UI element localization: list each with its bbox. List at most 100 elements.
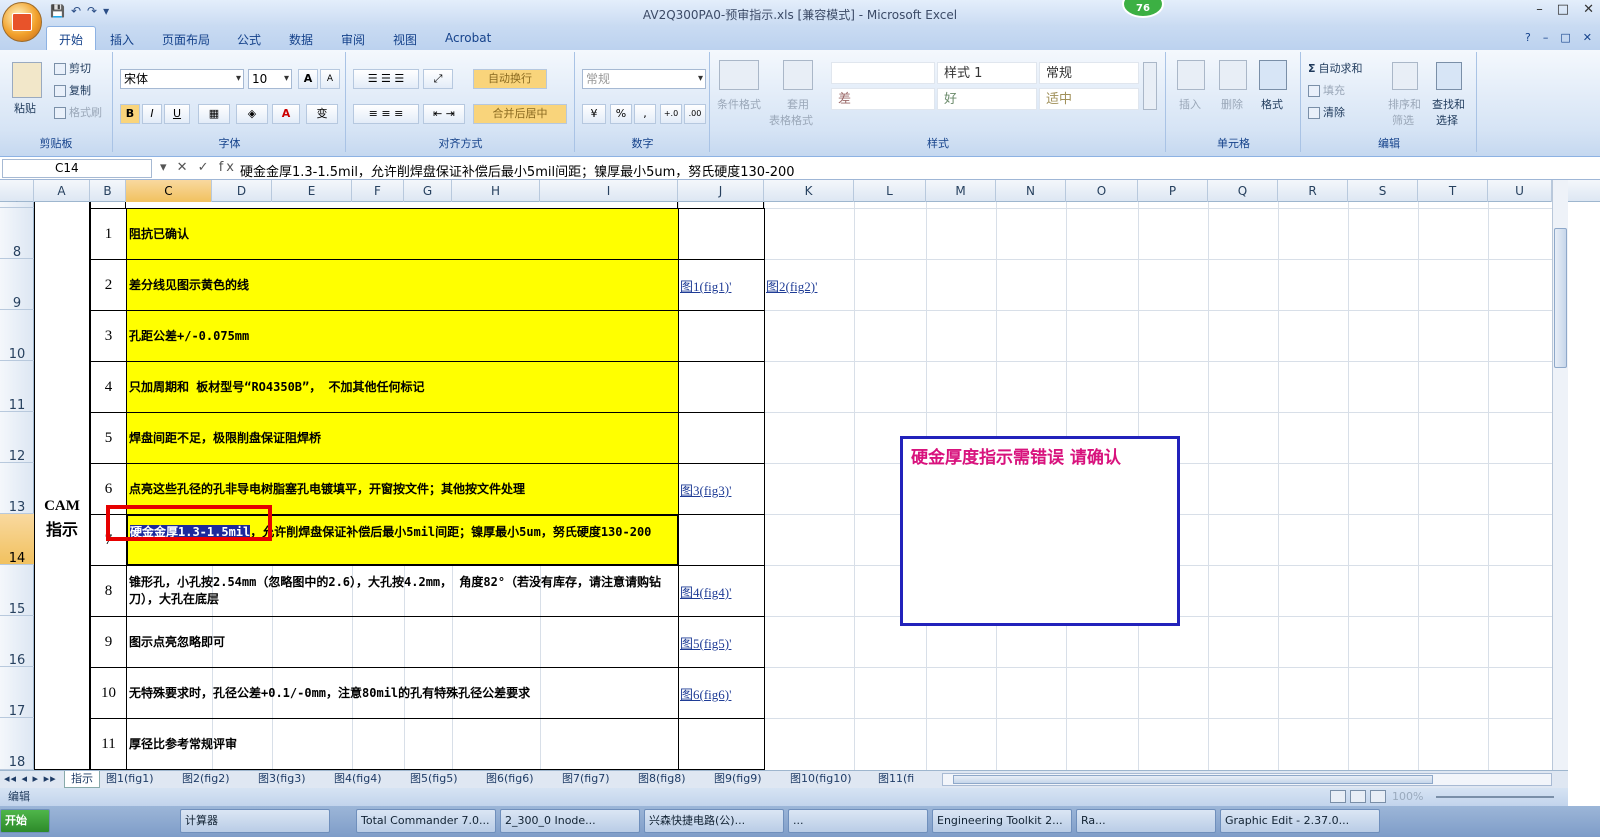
column-header[interactable]: O (1066, 180, 1138, 202)
find-select-button-line2[interactable]: 选择 (1436, 112, 1458, 128)
conditional-format-button[interactable]: 条件格式 (717, 96, 761, 112)
clear-button[interactable]: 清除 (1308, 104, 1345, 120)
item-text[interactable]: 厚径比参考常规评审 (126, 718, 679, 770)
indent-buttons[interactable]: ⇤ ⇥ (423, 104, 465, 124)
item-number[interactable]: 8 (90, 565, 127, 617)
item-text[interactable]: 阻抗已确认 (126, 208, 679, 260)
autosum-button[interactable]: Σ 自动求和 (1308, 60, 1363, 76)
help-icon[interactable]: ? (1525, 31, 1531, 44)
fill-button[interactable]: 填充 (1308, 82, 1345, 98)
taskbar-item[interactable]: Total Commander 7.0... (356, 809, 496, 833)
style-cell-bad[interactable]: 差 (831, 88, 935, 110)
underline-button[interactable]: U (164, 104, 190, 124)
comment-textbox[interactable]: 硬金厚度指示需错误 请确认 (900, 436, 1180, 626)
taskbar-item[interactable]: ... (788, 809, 928, 833)
delete-cells-icon[interactable] (1219, 60, 1247, 90)
sheet-tab[interactable]: 图6(fig6) (486, 771, 558, 788)
increase-decimal-button[interactable]: +.0 (660, 104, 682, 124)
column-header[interactable]: Q (1208, 180, 1278, 202)
figure-link[interactable]: 图6(fig6)' (680, 684, 731, 703)
horizontal-scroll-thumb[interactable] (953, 775, 1433, 784)
currency-button[interactable]: ¥ (582, 104, 606, 124)
cut-button[interactable]: 剪切 (54, 60, 91, 76)
column-header[interactable]: H (452, 180, 540, 202)
start-button[interactable]: 开始 (0, 809, 50, 833)
font-size-select[interactable]: 10 (248, 69, 292, 89)
sheet-nav-buttons[interactable]: ◂◂ ◂ ▸ ▸▸ (4, 771, 62, 788)
taskbar-item[interactable]: 兴森快捷电路(公)... (644, 809, 784, 833)
sheet-tab[interactable]: 图8(fig8) (638, 771, 710, 788)
maximize-button[interactable]: □ (1557, 2, 1569, 17)
font-name-select[interactable]: 宋体 (120, 69, 244, 89)
item-number[interactable]: 10 (90, 667, 127, 719)
item-text[interactable]: 只加周期和 板材型号“RO4350B”， 不加其他任何标记 (126, 361, 679, 413)
item-number[interactable]: 11 (90, 718, 127, 770)
sheet-tab-active[interactable]: 指示 (64, 771, 100, 788)
office-button[interactable] (2, 2, 42, 42)
figure-link[interactable]: 图5(fig5)' (680, 633, 731, 652)
vertical-align-buttons[interactable]: ☰ ☰ ☰ (353, 69, 419, 89)
tab-data[interactable]: 数据 (289, 31, 313, 48)
row-header[interactable]: 18 (0, 718, 34, 770)
item-number[interactable]: 2 (90, 259, 127, 311)
row-header[interactable]: 14 (0, 514, 34, 566)
paste-icon[interactable] (12, 62, 42, 98)
minimize-button[interactable]: – (1536, 2, 1543, 17)
item-number[interactable]: 9 (90, 616, 127, 668)
vertical-scrollbar[interactable] (1552, 180, 1568, 770)
font-color-button[interactable]: A (272, 104, 300, 124)
page-layout-view-button[interactable] (1350, 790, 1366, 803)
format-as-table-button-line2[interactable]: 表格格式 (769, 112, 813, 128)
taskbar-item[interactable]: 2_300_0 Inode... (500, 809, 640, 833)
sheet-tab[interactable]: 图4(fig4) (334, 771, 406, 788)
row-header[interactable]: 8 (0, 208, 34, 260)
phonetic-button[interactable]: 变 (306, 104, 338, 124)
wb-close-button[interactable]: ✕ (1583, 31, 1592, 44)
item-text[interactable]: 锥形孔，小孔按2.54mm（忽略图中的2.6），大孔按4.2mm， 角度82°（… (126, 565, 679, 617)
sheet-tab[interactable]: 图10(fig10) (790, 771, 874, 788)
wrap-text-button[interactable]: 自动换行 (473, 69, 547, 89)
select-all-corner[interactable] (0, 180, 34, 202)
style-cell-blank[interactable] (831, 62, 935, 84)
wb-restore-button[interactable]: □ (1560, 31, 1570, 44)
row-header[interactable]: 12 (0, 412, 34, 464)
item-number[interactable]: 1 (90, 208, 127, 260)
sort-filter-button-line1[interactable]: 排序和 (1388, 96, 1421, 112)
taskbar-item[interactable]: Graphic Edit - 2.37.0... (1220, 809, 1380, 833)
item-text[interactable]: 焊盘间距不足，极限削盘保证阻焊桥 (126, 412, 679, 464)
style-cell-good[interactable]: 好 (937, 88, 1037, 110)
row-header[interactable]: 11 (0, 361, 34, 413)
column-header[interactable]: T (1418, 180, 1488, 202)
column-header[interactable]: C (126, 180, 212, 202)
worksheet[interactable]: CAM 指示 1 阻抗已确认 2 差分线见图示黄色的线 图1(fig1)' 图2… (34, 202, 1552, 770)
bold-button[interactable]: B (120, 104, 140, 124)
formula-bar-icons[interactable]: ▾ ✕ ✓ fx (160, 160, 237, 175)
tab-view[interactable]: 视图 (393, 31, 417, 48)
item-number[interactable]: 4 (90, 361, 127, 413)
conditional-format-icon[interactable] (719, 60, 759, 90)
taskbar-item[interactable]: Ra... (1076, 809, 1216, 833)
horizontal-scrollbar[interactable] (942, 773, 1552, 786)
insert-cells-button[interactable]: 插入 (1179, 96, 1201, 112)
decrease-decimal-button[interactable]: .00 (684, 104, 706, 124)
format-cells-icon[interactable] (1259, 60, 1287, 90)
item-link-cell[interactable] (678, 361, 765, 413)
paste-button[interactable]: 粘贴 (14, 100, 36, 116)
figure-link[interactable]: 图2(fig2)' (766, 276, 817, 295)
percent-button[interactable]: % (610, 104, 632, 124)
horizontal-align-buttons[interactable]: ≡ ≡ ≡ (353, 104, 419, 124)
name-box[interactable]: C14 (2, 159, 152, 178)
column-header[interactable]: G (404, 180, 452, 202)
column-header[interactable]: D (212, 180, 272, 202)
figure-link[interactable]: 图3(fig3)' (680, 480, 731, 499)
item-link-cell[interactable] (678, 412, 765, 464)
sort-filter-icon[interactable] (1392, 62, 1418, 90)
close-button[interactable]: ✕ (1583, 2, 1594, 17)
column-header[interactable]: B (90, 180, 126, 202)
item-text[interactable]: 孔距公差+/-0.075mm (126, 310, 679, 362)
sheet-tab[interactable]: 图2(fig2) (182, 771, 254, 788)
sheet-tab[interactable]: 图11(fi (878, 771, 934, 788)
row-header[interactable]: 9 (0, 259, 34, 311)
item-link-cell[interactable] (678, 208, 765, 260)
sort-filter-button-line2[interactable]: 筛选 (1392, 112, 1414, 128)
